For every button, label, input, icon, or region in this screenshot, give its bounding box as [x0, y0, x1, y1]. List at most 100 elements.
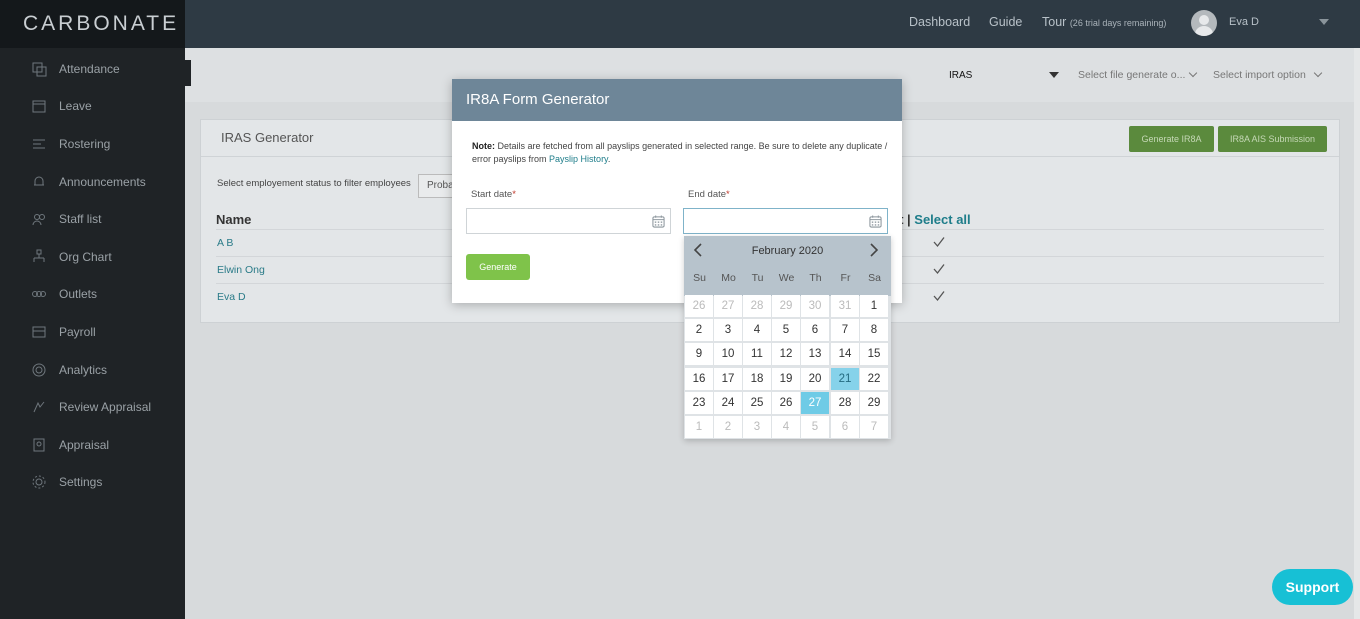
calendar-day[interactable]: 20 [801, 367, 829, 390]
calendar-icon[interactable] [652, 215, 665, 228]
modal-note: Note: Details are fetched from all paysl… [472, 140, 890, 166]
calendar-day[interactable]: 3 [714, 319, 742, 342]
calendar-day[interactable]: 29 [772, 295, 800, 317]
sidebar-item-payroll[interactable]: Payroll [0, 313, 185, 351]
calendar-day[interactable]: 1 [685, 416, 713, 438]
sidebar-item-announcements[interactable]: Announcements [0, 163, 185, 201]
calendar-day[interactable]: 28 [831, 391, 859, 414]
prev-month-icon[interactable] [691, 242, 705, 258]
calendar-icon[interactable] [869, 215, 882, 228]
calendar-day[interactable]: 26 [772, 391, 800, 414]
user-name[interactable]: Eva D [1229, 16, 1259, 28]
sidebar-item-rostering[interactable]: Rostering [0, 125, 185, 163]
calendar-day[interactable]: 15 [860, 343, 888, 366]
calendar-day[interactable]: 17 [714, 367, 742, 390]
calendar-day[interactable]: 18 [743, 367, 771, 390]
calendar-day[interactable]: 21 [831, 367, 859, 390]
review-icon [30, 398, 48, 416]
calendar-day[interactable]: 7 [860, 416, 888, 438]
calendar-day[interactable]: 23 [685, 391, 713, 414]
sidebar-nav: Attendance Leave Rostering Announcements Sta… [0, 48, 185, 501]
analytics-icon [30, 361, 48, 379]
tour-link[interactable]: Tour (26 trial days remaining) [1042, 15, 1166, 29]
payroll-icon [30, 323, 48, 341]
calendar-day[interactable]: 11 [743, 343, 771, 366]
sidebar-item-label: Rostering [59, 136, 111, 151]
tour-label: Tour [1042, 15, 1067, 29]
calendar-day[interactable]: 30 [801, 295, 829, 317]
end-date-label-text: End date [688, 189, 727, 200]
calendar-day[interactable]: 28 [743, 295, 771, 317]
org-chart-icon [30, 248, 48, 266]
calendar-day[interactable]: 19 [772, 367, 800, 390]
weekday-header: Su [693, 272, 706, 284]
generate-button[interactable]: Generate [466, 254, 530, 280]
calendar-day[interactable]: 16 [685, 367, 713, 390]
calendar-day[interactable]: 12 [772, 343, 800, 366]
end-date-label: End date* [688, 189, 730, 200]
app-logo[interactable]: CARBONATE [0, 0, 185, 48]
start-date-input[interactable] [466, 208, 671, 234]
calendar-day[interactable]: 27 [801, 391, 829, 414]
sidebar-item-label: Leave [59, 99, 92, 114]
calendar-day[interactable]: 24 [714, 391, 742, 414]
attendance-icon [30, 60, 48, 78]
calendar-day[interactable]: 31 [831, 295, 859, 317]
calendar-day[interactable]: 3 [743, 416, 771, 438]
payslip-history-link[interactable]: Payslip History [549, 154, 608, 164]
modal-title: IR8A Form Generator [452, 79, 902, 121]
sidebar-item-attendance[interactable]: Attendance [0, 50, 185, 88]
note-text: Details are fetched from all payslips ge… [472, 141, 888, 164]
date-picker: February 2020 Su Mo Tu We Th Fr Sa 26 27 28 29 30 31… [684, 236, 891, 439]
sidebar-item-label: Attendance [59, 61, 120, 76]
calendar-day[interactable]: 1 [860, 295, 888, 317]
calendar-day[interactable]: 2 [714, 416, 742, 438]
calendar-day[interactable]: 25 [743, 391, 771, 414]
calendar-day[interactable]: 5 [772, 319, 800, 342]
calendar-day[interactable]: 27 [714, 295, 742, 317]
calendar-day[interactable]: 14 [831, 343, 859, 366]
sidebar-item-settings[interactable]: Settings [0, 464, 185, 502]
support-button[interactable]: Support [1272, 569, 1353, 605]
guide-link[interactable]: Guide [989, 15, 1022, 29]
sidebar-item-analytics[interactable]: Analytics [0, 351, 185, 389]
page-scrollbar[interactable] [1354, 48, 1360, 619]
calendar-day[interactable]: 7 [831, 319, 859, 342]
sidebar-item-label: Outlets [59, 287, 98, 302]
calendar-day[interactable]: 10 [714, 343, 742, 366]
calendar-day[interactable]: 9 [685, 343, 713, 366]
month-title[interactable]: February 2020 [684, 245, 891, 257]
next-month-icon[interactable] [867, 242, 881, 258]
weekday-header: Sa [868, 272, 881, 284]
start-date-label: Start date* [471, 189, 516, 200]
dashboard-link[interactable]: Dashboard [909, 15, 970, 29]
calendar-day[interactable]: 29 [860, 391, 888, 414]
end-date-input[interactable] [683, 208, 888, 234]
topbar: Dashboard Guide Tour (26 trial days rema… [185, 0, 1360, 48]
sidebar-item-staff-list[interactable]: Staff list [0, 200, 185, 238]
calendar-day[interactable]: 6 [801, 319, 829, 342]
calendar-day[interactable]: 4 [743, 319, 771, 342]
sidebar-item-outlets[interactable]: Outlets [0, 276, 185, 314]
sidebar-item-org-chart[interactable]: Org Chart [0, 238, 185, 276]
sidebar-item-review-appraisal[interactable]: Review Appraisal [0, 388, 185, 426]
staff-icon [30, 210, 48, 228]
weekday-header: We [778, 272, 795, 284]
required-mark: * [726, 189, 730, 200]
calendar-day[interactable]: 2 [685, 319, 713, 342]
calendar-day[interactable]: 26 [685, 295, 713, 317]
outlets-icon [30, 285, 48, 303]
avatar[interactable] [1191, 10, 1217, 36]
bell-icon [30, 173, 48, 191]
user-menu-caret-icon[interactable] [1319, 19, 1329, 25]
sidebar-item-appraisal[interactable]: Appraisal [0, 426, 185, 464]
sidebar-item-label: Settings [59, 475, 103, 490]
weekday-header: Mo [721, 272, 736, 284]
calendar-day[interactable]: 22 [860, 367, 888, 390]
calendar-day[interactable]: 6 [831, 416, 859, 438]
calendar-day[interactable]: 5 [801, 416, 829, 438]
calendar-day[interactable]: 13 [801, 343, 829, 366]
calendar-day[interactable]: 4 [772, 416, 800, 438]
calendar-day[interactable]: 8 [860, 319, 888, 342]
sidebar-item-leave[interactable]: Leave [0, 88, 185, 126]
